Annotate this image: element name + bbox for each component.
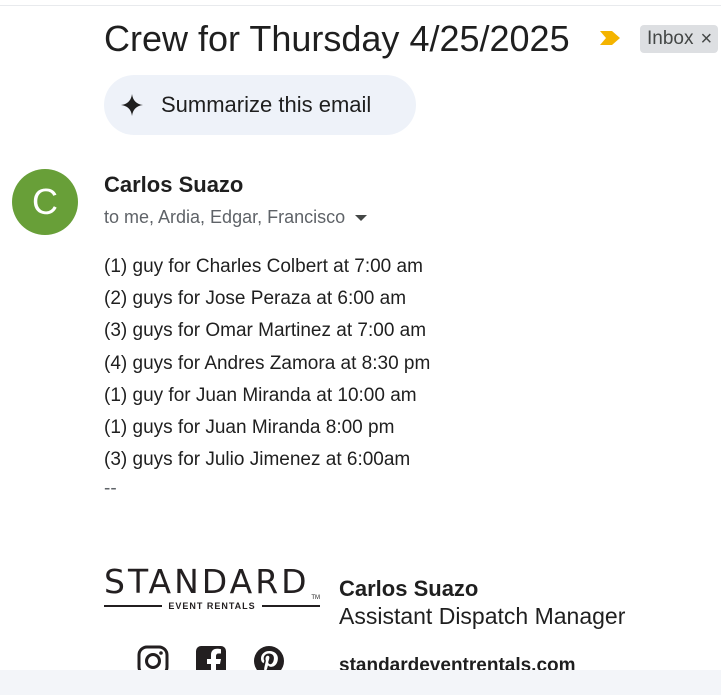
body-line: (3) guys for Omar Martinez at 7:00 am bbox=[104, 320, 427, 342]
logo-wordmark: STANDARD bbox=[104, 562, 310, 601]
bottom-bar bbox=[0, 670, 721, 695]
inbox-label-chip: Inbox × bbox=[640, 25, 719, 53]
body-line: (3) guys for Julio Jimenez at 6:00am bbox=[104, 449, 411, 471]
email-body: (1) guy for Charles Colbert at 7:00 am (… bbox=[104, 251, 430, 476]
body-line: (4) guys for Andres Zamora at 8:30 pm bbox=[104, 352, 431, 374]
show-details-dropdown-icon[interactable] bbox=[355, 214, 368, 221]
divider bbox=[0, 5, 721, 6]
body-line: (1) guys for Juan Miranda 8:00 pm bbox=[104, 417, 395, 439]
body-line: (1) guy for Charles Colbert at 7:00 am bbox=[104, 256, 423, 277]
importance-marker-icon[interactable] bbox=[598, 28, 622, 48]
signature-title: Assistant Dispatch Manager bbox=[339, 603, 626, 629]
logo-rule-left bbox=[104, 605, 163, 607]
signature-separator: -- bbox=[104, 478, 117, 499]
logo-trademark: TM bbox=[311, 595, 320, 601]
body-line: (1) guy for Juan Miranda at 10:00 am bbox=[104, 384, 417, 406]
email-subject: Crew for Thursday 4/25/2025 bbox=[104, 18, 570, 59]
logo-rule-right bbox=[261, 605, 320, 607]
remove-label-icon[interactable]: × bbox=[700, 29, 712, 49]
company-logo[interactable]: STANDARD EVENT RENTALS TM bbox=[104, 565, 320, 615]
recipients-line: to me, Ardia, Edgar, Francisco bbox=[104, 207, 368, 228]
sender-avatar[interactable]: C bbox=[12, 169, 78, 235]
signature-name: Carlos Suazo bbox=[339, 576, 479, 601]
logo-subtitle: EVENT RENTALS bbox=[168, 601, 256, 611]
inbox-label-text: Inbox bbox=[647, 28, 694, 49]
summarize-label: Summarize this email bbox=[161, 92, 372, 117]
logo-subline: EVENT RENTALS bbox=[104, 601, 320, 611]
recipients-text: to me, Ardia, Edgar, Francisco bbox=[104, 207, 346, 227]
summarize-button[interactable]: Summarize this email bbox=[104, 75, 416, 135]
sender-name[interactable]: Carlos Suazo bbox=[104, 172, 243, 198]
email-view: Crew for Thursday 4/25/2025 Inbox × Summ… bbox=[0, 0, 721, 695]
body-line: (2) guys for Jose Peraza at 6:00 am bbox=[104, 288, 407, 310]
sparkle-icon bbox=[121, 94, 143, 116]
